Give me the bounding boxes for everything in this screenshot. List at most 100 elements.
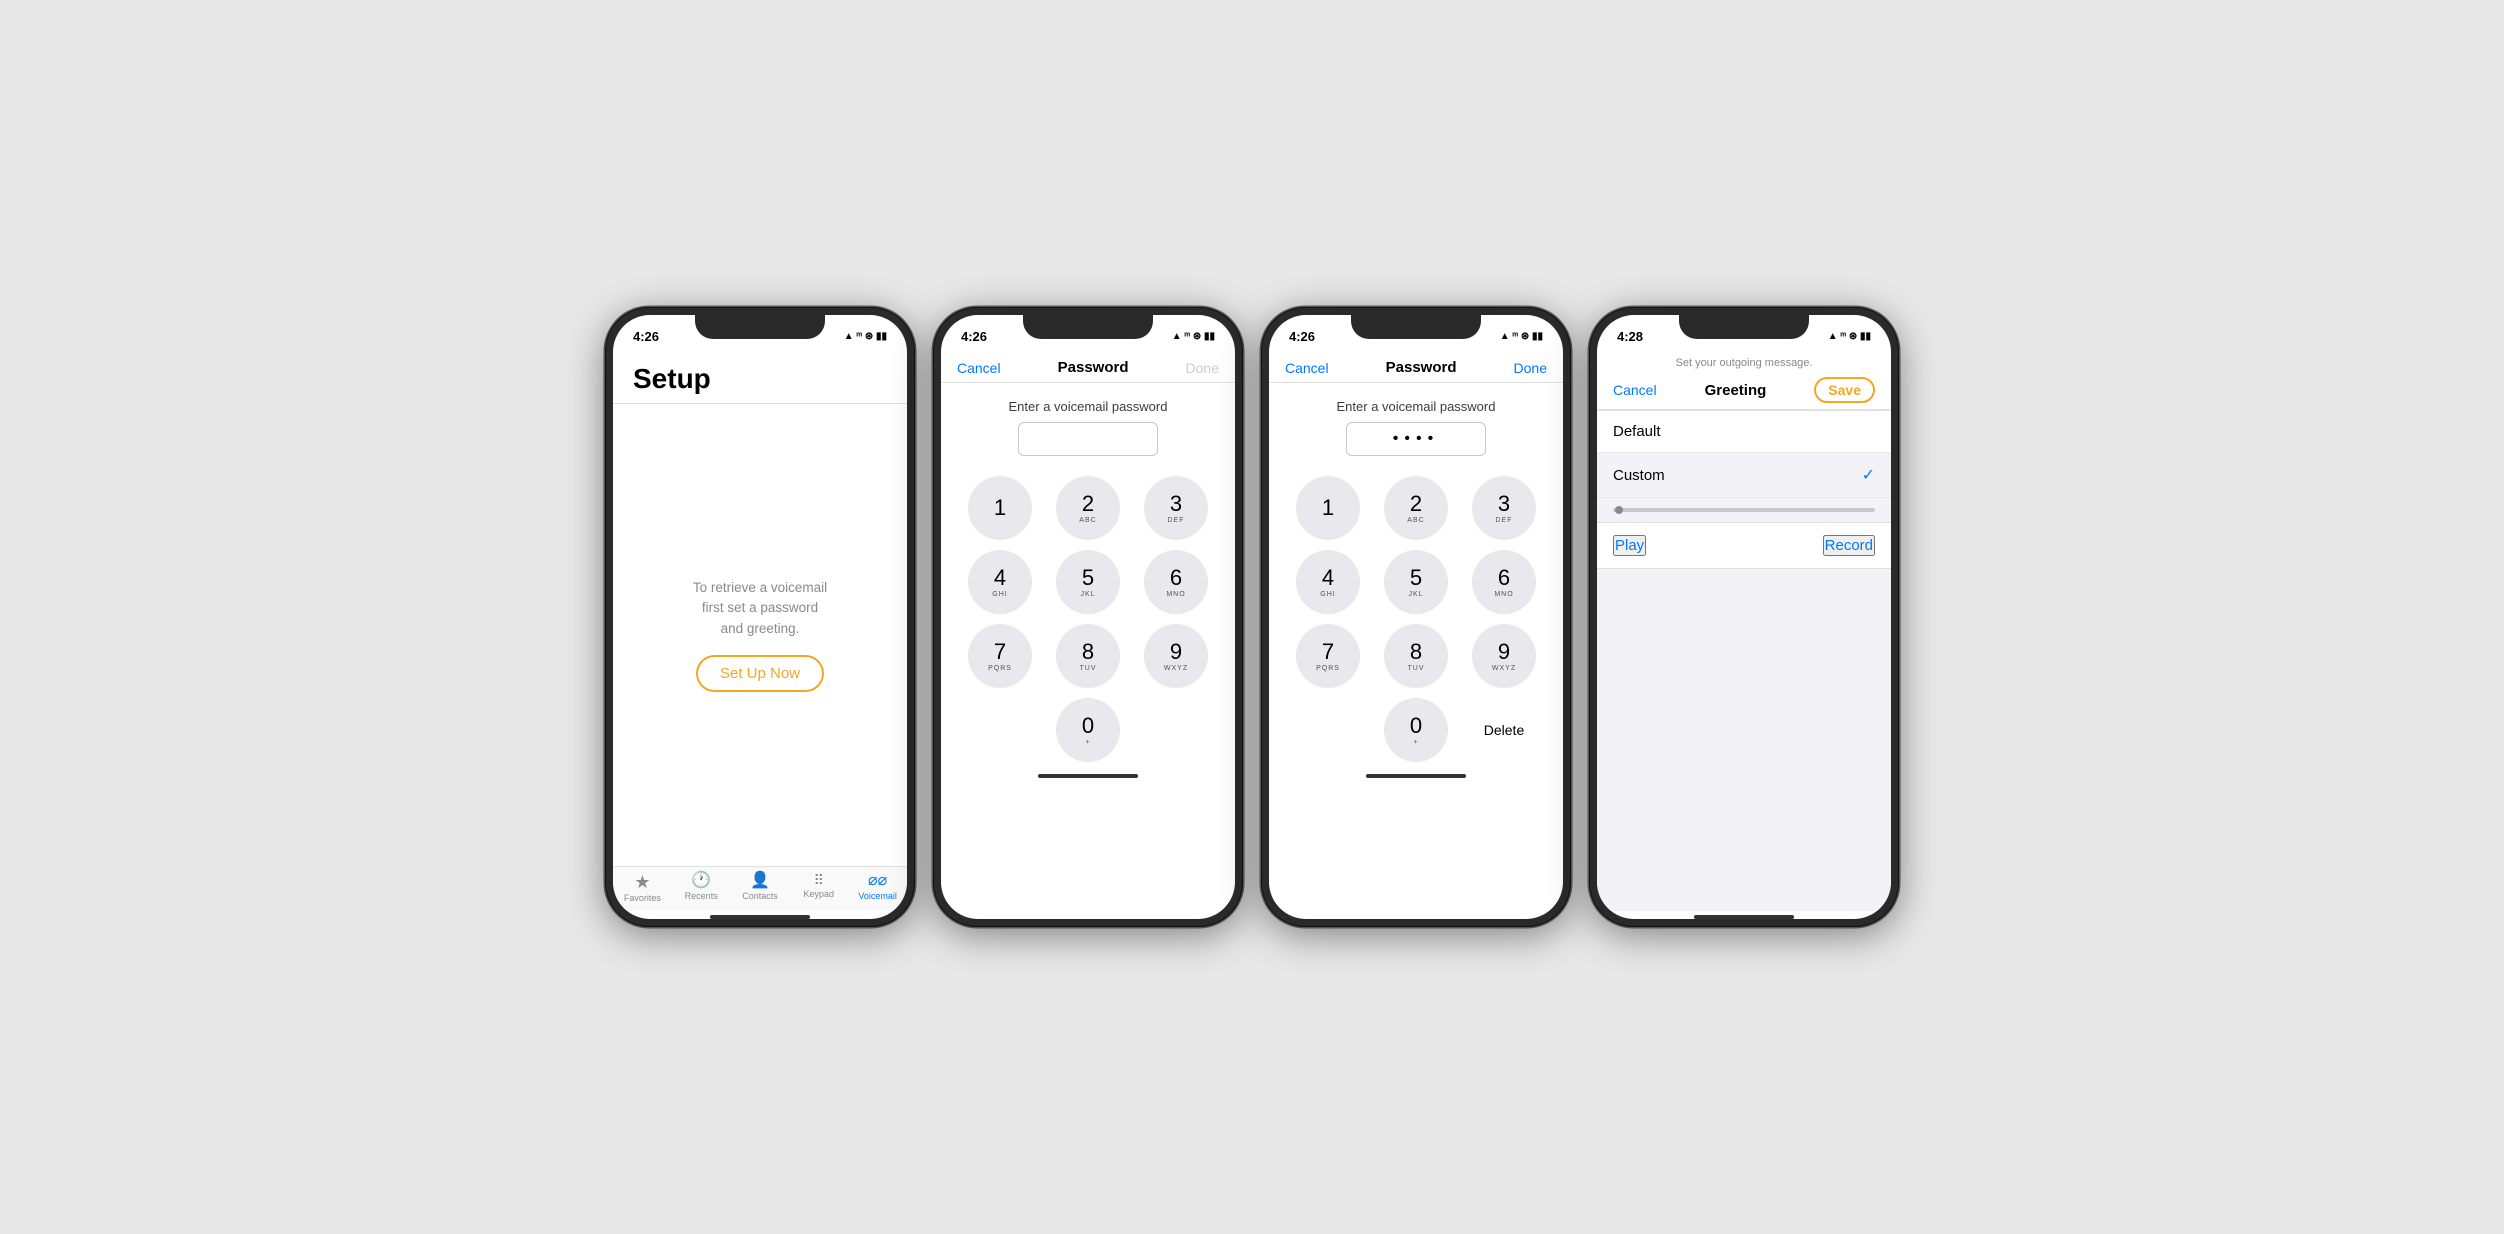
setup-middle: To retrieve a voicemail first set a pass… bbox=[613, 404, 907, 866]
status-icons-4: ▲ ᵐ ⊛ ▮▮ bbox=[1828, 331, 1871, 342]
empty-cell-2 bbox=[1137, 698, 1215, 762]
dial-7-1[interactable]: 7PQRS bbox=[968, 624, 1032, 688]
dial-3-1[interactable]: 3DEF bbox=[1144, 476, 1208, 540]
tab-label-contacts: Contacts bbox=[742, 891, 778, 901]
cancel-button-3[interactable]: Cancel bbox=[1613, 382, 1657, 398]
cancel-button-2[interactable]: Cancel bbox=[1285, 360, 1329, 376]
setup-title: Setup bbox=[613, 351, 907, 404]
progress-section bbox=[1597, 498, 1891, 523]
tab-contacts[interactable]: 👤 Contacts bbox=[731, 873, 790, 903]
home-indicator-1 bbox=[710, 915, 810, 919]
dial-2-2[interactable]: 2ABC bbox=[1384, 476, 1448, 540]
record-button[interactable]: Record bbox=[1823, 535, 1875, 556]
phone-1: 4:26 ▲ ᵐ ⊛ ▮▮ Setup To retrieve a voicem… bbox=[605, 307, 915, 927]
password-section-1: Enter a voicemail password bbox=[941, 383, 1235, 466]
password-nav-1: Cancel Password Done bbox=[941, 351, 1235, 383]
tab-label-voicemail: Voicemail bbox=[858, 891, 897, 901]
empty-cell-3 bbox=[1289, 698, 1367, 762]
password-section-2: Enter a voicemail password •••• bbox=[1269, 383, 1563, 466]
tab-voicemail[interactable]: ⌀⌀ Voicemail bbox=[848, 873, 907, 903]
contacts-icon: 👤 bbox=[750, 873, 770, 889]
greeting-list: Default Custom ✓ bbox=[1597, 410, 1891, 498]
status-icons-1: ▲ ᵐ ⊛ ▮▮ bbox=[844, 331, 887, 342]
dial-zero-row-1: 0+ bbox=[941, 698, 1235, 770]
phone-2: 4:26 ▲ ᵐ ⊛ ▮▮ Cancel Password Done Enter… bbox=[933, 307, 1243, 927]
dial-6-1[interactable]: 6MNO bbox=[1144, 550, 1208, 614]
dial-1-1[interactable]: 1 bbox=[968, 476, 1032, 540]
password-nav-2: Cancel Password Done bbox=[1269, 351, 1563, 383]
progress-bar-fill bbox=[1615, 506, 1623, 514]
dial-4-1[interactable]: 4GHI bbox=[968, 550, 1032, 614]
home-indicator-2 bbox=[1038, 774, 1138, 778]
greeting-default[interactable]: Default bbox=[1597, 411, 1891, 453]
status-icons-2: ▲ ᵐ ⊛ ▮▮ bbox=[1172, 331, 1215, 342]
phone-4: 4:28 ▲ ᵐ ⊛ ▮▮ Set your outgoing message.… bbox=[1589, 307, 1899, 927]
dial-1-2[interactable]: 1 bbox=[1296, 476, 1360, 540]
dialpad-2: 1 2ABC 3DEF 4GHI 5JKL 6MNO 7PQRS 8TUV 9W… bbox=[1269, 466, 1563, 698]
dial-9-2[interactable]: 9WXYZ bbox=[1472, 624, 1536, 688]
dial-6-2[interactable]: 6MNO bbox=[1472, 550, 1536, 614]
tab-label-favorites: Favorites bbox=[624, 893, 661, 903]
delete-cell[interactable]: Delete bbox=[1465, 698, 1543, 762]
done-button-1[interactable]: Done bbox=[1186, 360, 1219, 376]
tab-bar: ★ Favorites 🕐 Recents 👤 Contacts ⠿ bbox=[613, 866, 907, 911]
dial-5-2[interactable]: 5JKL bbox=[1384, 550, 1448, 614]
dial-zero-1[interactable]: 0+ bbox=[1049, 698, 1127, 762]
tab-label-keypad: Keypad bbox=[804, 889, 835, 899]
notch-3 bbox=[1351, 315, 1481, 339]
greeting-grey-area bbox=[1597, 569, 1891, 911]
play-button[interactable]: Play bbox=[1613, 535, 1646, 556]
greeting-custom[interactable]: Custom ✓ bbox=[1597, 453, 1891, 498]
progress-bar-track bbox=[1613, 508, 1875, 512]
play-record-row: Play Record bbox=[1597, 523, 1891, 569]
greeting-title: Greeting bbox=[1705, 382, 1767, 399]
dial-zero-2[interactable]: 0+ bbox=[1377, 698, 1455, 762]
greeting-screen: Set your outgoing message. Cancel Greeti… bbox=[1597, 351, 1891, 919]
status-time-4: 4:28 bbox=[1617, 329, 1643, 344]
password-title-1: Password bbox=[1058, 359, 1129, 376]
empty-cell-1 bbox=[961, 698, 1039, 762]
greeting-nav: Cancel Greeting Save bbox=[1597, 369, 1891, 410]
dial-8-2[interactable]: 8TUV bbox=[1384, 624, 1448, 688]
dial-9-1[interactable]: 9WXYZ bbox=[1144, 624, 1208, 688]
notch-1 bbox=[695, 315, 825, 339]
pw-input-2[interactable]: •••• bbox=[1346, 422, 1486, 456]
dial-5-1[interactable]: 5JKL bbox=[1056, 550, 1120, 614]
setup-screen: Setup To retrieve a voicemail first set … bbox=[613, 351, 907, 919]
keypad-icon: ⠿ bbox=[814, 873, 824, 887]
dial-3-2[interactable]: 3DEF bbox=[1472, 476, 1536, 540]
tab-keypad[interactable]: ⠿ Keypad bbox=[789, 873, 848, 903]
pw-input-1[interactable] bbox=[1018, 422, 1158, 456]
setup-description: To retrieve a voicemail first set a pass… bbox=[693, 578, 827, 639]
set-up-now-button[interactable]: Set Up Now bbox=[696, 655, 824, 692]
dial-2-1[interactable]: 2ABC bbox=[1056, 476, 1120, 540]
greeting-subtitle: Set your outgoing message. bbox=[1597, 351, 1891, 369]
tab-recents[interactable]: 🕐 Recents bbox=[672, 873, 731, 903]
done-button-2[interactable]: Done bbox=[1514, 360, 1547, 376]
checkmark-icon: ✓ bbox=[1862, 465, 1875, 485]
password-title-2: Password bbox=[1386, 359, 1457, 376]
cancel-button-1[interactable]: Cancel bbox=[957, 360, 1001, 376]
dial-7-2[interactable]: 7PQRS bbox=[1296, 624, 1360, 688]
status-time-3: 4:26 bbox=[1289, 329, 1315, 344]
recents-icon: 🕐 bbox=[691, 873, 711, 889]
home-indicator-4 bbox=[1694, 915, 1794, 919]
pw-label-1: Enter a voicemail password bbox=[1009, 399, 1168, 414]
dial-8-1[interactable]: 8TUV bbox=[1056, 624, 1120, 688]
tab-label-recents: Recents bbox=[685, 891, 718, 901]
phones-container: 4:26 ▲ ᵐ ⊛ ▮▮ Setup To retrieve a voicem… bbox=[605, 307, 1899, 927]
delete-button[interactable]: Delete bbox=[1484, 722, 1524, 738]
notch-4 bbox=[1679, 315, 1809, 339]
save-button[interactable]: Save bbox=[1814, 377, 1875, 403]
voicemail-icon: ⌀⌀ bbox=[868, 873, 887, 889]
dialpad-1: 1 2ABC 3DEF 4GHI 5JKL 6MNO 7PQRS 8TUV 9W… bbox=[941, 466, 1235, 698]
greeting-custom-label: Custom bbox=[1613, 467, 1665, 484]
notch-2 bbox=[1023, 315, 1153, 339]
status-icons-3: ▲ ᵐ ⊛ ▮▮ bbox=[1500, 331, 1543, 342]
home-indicator-3 bbox=[1366, 774, 1466, 778]
status-time-1: 4:26 bbox=[633, 329, 659, 344]
tab-favorites[interactable]: ★ Favorites bbox=[613, 873, 672, 903]
status-time-2: 4:26 bbox=[961, 329, 987, 344]
dial-4-2[interactable]: 4GHI bbox=[1296, 550, 1360, 614]
favorites-icon: ★ bbox=[634, 873, 650, 891]
